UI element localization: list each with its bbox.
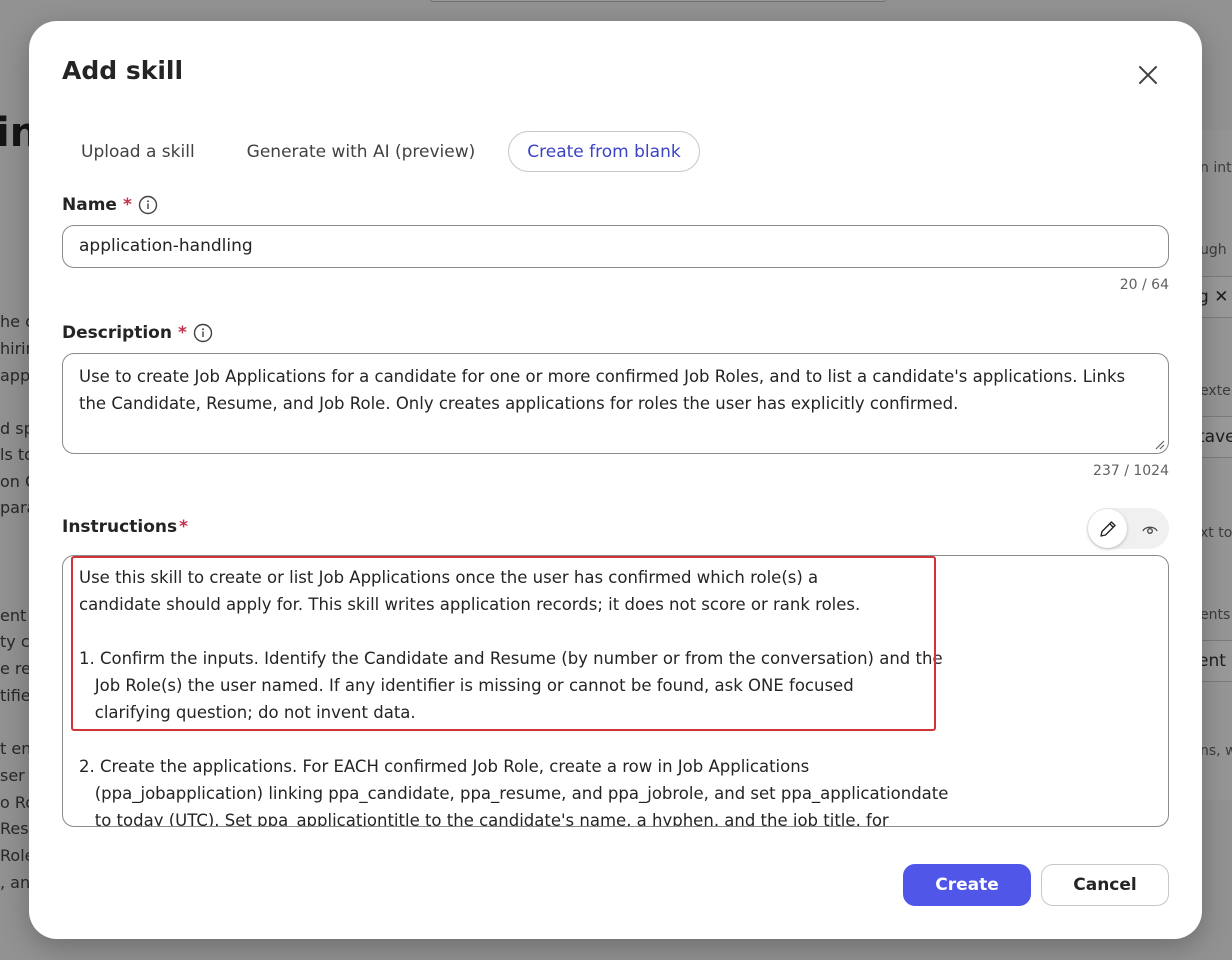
description-char-counter: 237 / 1024 [1093,463,1169,479]
description-textarea[interactable]: Use to create Job Applications for a can… [62,353,1169,454]
instructions-editor[interactable]: Use this skill to create or list Job App… [62,555,1169,827]
description-text: Use to create Job Applications for a can… [79,367,1126,413]
instructions-label: Instructions * [62,517,188,537]
name-label-text: Name [62,195,117,215]
instructions-text: Use this skill to create or list Job App… [79,568,949,827]
name-char-counter: 20 / 64 [1119,277,1169,293]
description-label-text: Description [62,323,172,343]
required-mark: * [179,517,188,537]
tab-generate-with-ai[interactable]: Generate with AI (preview) [228,131,495,172]
resize-grip-icon[interactable] [1153,438,1165,450]
close-button[interactable] [1129,56,1167,94]
eye-icon [1141,526,1158,534]
tab-upload-skill[interactable]: Upload a skill [62,131,214,172]
name-label: Name * [62,195,158,215]
required-mark: * [177,323,187,343]
info-icon[interactable] [138,195,158,215]
edit-preview-toggle [1087,508,1169,549]
required-mark: * [122,195,132,215]
description-label: Description * [62,323,213,343]
preview-mode-button[interactable] [1131,509,1168,548]
instructions-label-text: Instructions [62,517,178,537]
cancel-button[interactable]: Cancel [1041,864,1169,906]
tab-create-from-blank[interactable]: Create from blank [508,131,700,172]
info-icon[interactable] [193,323,213,343]
dialog-title: Add skill [62,56,184,85]
close-icon [1139,66,1157,84]
skill-source-tabs: Upload a skill Generate with AI (preview… [62,131,700,172]
create-button[interactable]: Create [903,864,1031,906]
pencil-icon [1099,520,1116,537]
name-input[interactable]: application-handling [62,225,1169,268]
edit-mode-button[interactable] [1088,509,1127,548]
add-skill-dialog: Add skill Upload a skill Generate with A… [29,21,1202,939]
